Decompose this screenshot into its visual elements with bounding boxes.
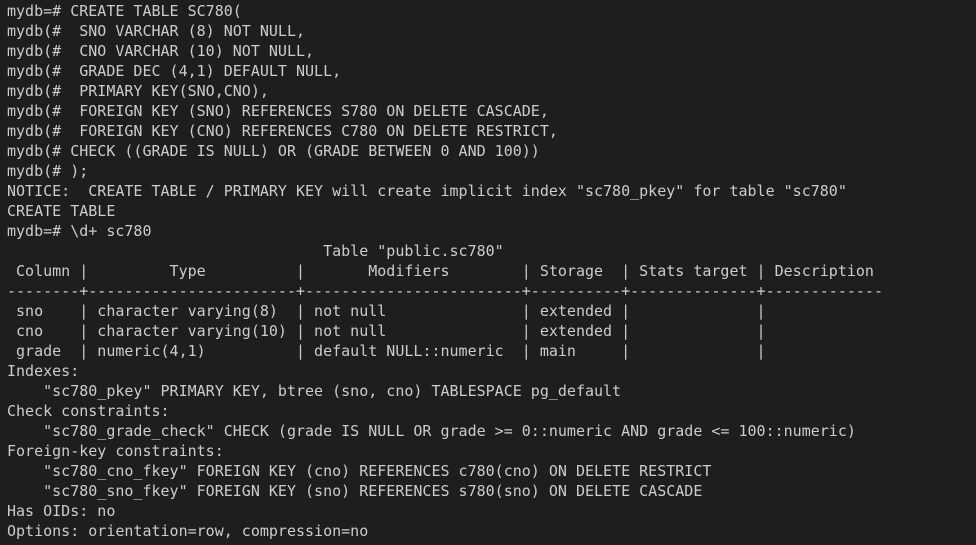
check-constraint-entry: "sc780_grade_check" CHECK (grade IS NULL… (7, 422, 856, 440)
terminal-line: mydb(# CHECK ((GRADE IS NULL) OR (GRADE … (7, 142, 540, 160)
table-header: Column | Type | Modifiers | Storage | St… (7, 262, 874, 280)
terminal-line: Options: orientation=row, compression=no (7, 522, 369, 540)
section-heading: Check constraints: (7, 402, 170, 420)
terminal-line: Has OIDs: no (7, 502, 116, 520)
terminal-line: mydb=# CREATE TABLE SC780( (7, 2, 242, 20)
table-separator: --------+-----------------------+-------… (7, 282, 883, 300)
terminal-line: mydb(# FOREIGN KEY (CNO) REFERENCES C780… (7, 122, 558, 140)
terminal-line: mydb(# ); (7, 162, 89, 180)
section-heading: Indexes: (7, 362, 80, 380)
section-heading: Foreign-key constraints: (7, 442, 224, 460)
table-row: grade | numeric(4,1) | default NULL::num… (7, 342, 766, 360)
terminal-line: mydb(# CNO VARCHAR (10) NOT NULL, (7, 42, 315, 60)
terminal-line: mydb(# FOREIGN KEY (SNO) REFERENCES S780… (7, 102, 549, 120)
foreign-key-entry: "sc780_sno_fkey" FOREIGN KEY (sno) REFER… (7, 482, 703, 500)
notice-line: NOTICE: CREATE TABLE / PRIMARY KEY will … (7, 182, 847, 200)
table-caption: Table "public.sc780" (7, 242, 504, 260)
table-row: cno | character varying(10) | not null |… (7, 322, 766, 340)
terminal-line: mydb(# PRIMARY KEY(SNO,CNO), (7, 82, 269, 100)
terminal-line: mydb(# SNO VARCHAR (8) NOT NULL, (7, 22, 306, 40)
terminal-output[interactable]: mydb=# CREATE TABLE SC780( mydb(# SNO VA… (0, 0, 976, 545)
terminal-line: mydb(# GRADE DEC (4,1) DEFAULT NULL, (7, 62, 342, 80)
index-entry: "sc780_pkey" PRIMARY KEY, btree (sno, cn… (7, 382, 622, 400)
terminal-line: CREATE TABLE (7, 202, 116, 220)
foreign-key-entry: "sc780_cno_fkey" FOREIGN KEY (cno) REFER… (7, 462, 712, 480)
table-row: sno | character varying(8) | not null | … (7, 302, 766, 320)
terminal-line: mydb=# \d+ sc780 (7, 222, 152, 240)
